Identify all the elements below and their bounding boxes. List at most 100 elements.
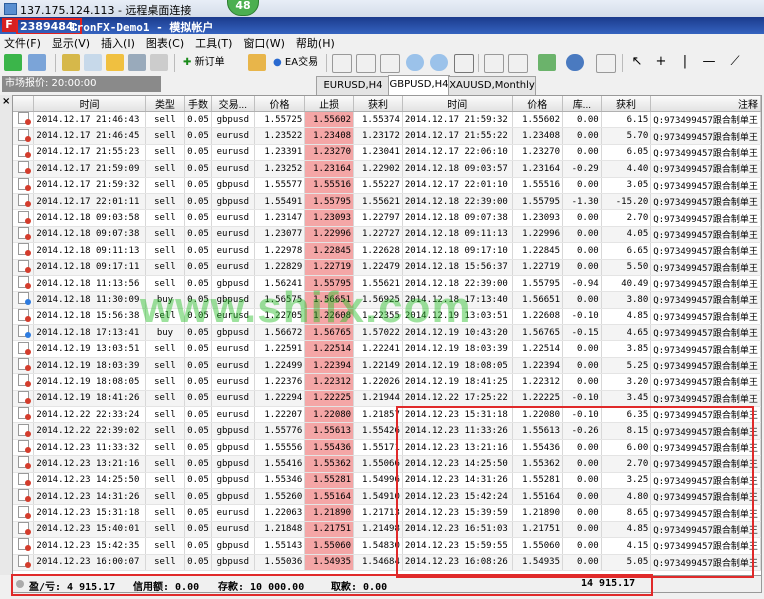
profit-header[interactable]: 获利 — [601, 96, 652, 112]
open-price: 1.22063 — [254, 504, 306, 522]
table-row[interactable]: 2014.12.18 11:13:56 sell 0.05 gbpusd 1.56241… — [13, 275, 761, 293]
history-table: 时间 类型 手数 交易... 价格 止损 获利 时间 价格 库... 获利 注释 2014.12.17… — [13, 96, 761, 571]
table-row[interactable]: 2014.12.19 18:08:05 sell 0.05 eurusd 1.22376… — [13, 373, 761, 391]
tab-eurusd-h4[interactable]: EURUSD,H4 — [316, 76, 390, 95]
expert-advisors-button[interactable]: ● EA交易 — [270, 54, 321, 72]
open-price: 1.56672 — [254, 324, 306, 342]
chart-shift-icon[interactable] — [508, 54, 528, 73]
profiles-icon[interactable] — [28, 54, 46, 71]
table-row[interactable]: 2014.12.18 09:11:13 sell 0.05 eurusd 1.22978… — [13, 242, 761, 260]
bar-chart-icon[interactable] — [332, 54, 352, 73]
table-row[interactable]: 2014.12.19 18:41:26 sell 0.05 eurusd 1.22294… — [13, 390, 761, 408]
tester-icon[interactable] — [150, 54, 168, 71]
table-row[interactable]: 2014.12.19 13:03:51 sell 0.05 eurusd 1.22591… — [13, 340, 761, 358]
toolbar: ✚ 新订单 ● EA交易 ↖ + | — ⟋ — [0, 51, 764, 76]
table-row[interactable]: 2014.12.23 15:42:35 sell 0.05 gbpusd 1.55143… — [13, 537, 761, 555]
templates-icon[interactable] — [596, 54, 616, 73]
menu-view[interactable]: 显示(V) — [48, 34, 97, 51]
table-row[interactable]: 2014.12.23 14:25:50 sell 0.05 gbpusd 1.55346… — [13, 472, 761, 489]
open-price: 1.22591 — [254, 340, 306, 358]
tab-xauusd-monthly[interactable]: XAUUSD,Monthly — [448, 76, 536, 95]
symbol: gbpusd — [211, 422, 255, 440]
table-row[interactable]: 2014.12.18 09:17:11 sell 0.05 eurusd 1.22829… — [13, 259, 761, 276]
table-row[interactable]: 2014.12.18 17:13:41 buy 0.05 gbpusd 1.56672 1… — [13, 324, 761, 342]
zoom-in-icon[interactable] — [406, 54, 424, 71]
periods-icon[interactable] — [566, 54, 584, 71]
metaeditor-icon[interactable] — [248, 54, 266, 71]
swap: 0.00 — [562, 472, 602, 489]
crosshair-icon[interactable]: + — [652, 54, 670, 71]
table-row[interactable]: 2014.12.22 22:39:02 sell 0.05 gbpusd 1.55776… — [13, 422, 761, 440]
new-order-button[interactable]: ✚ 新订单 — [180, 54, 228, 72]
menu-tools[interactable]: 工具(T) — [191, 34, 239, 51]
close-price: 1.23270 — [512, 144, 564, 162]
cursor-icon[interactable]: ↖ — [628, 54, 646, 71]
menu-help[interactable]: 帮助(H) — [292, 34, 342, 51]
table-row[interactable]: 2014.12.17 21:55:23 sell 0.05 eurusd 1.23391… — [13, 144, 761, 162]
tab-gbpusd-h4[interactable]: GBPUSD,H4 — [388, 75, 450, 95]
close-time: 2014.12.23 13:21:16 — [402, 439, 513, 457]
take-profit-header[interactable]: 获利 — [353, 96, 403, 112]
swap: 0.00 — [562, 259, 602, 276]
table-row[interactable]: 2014.12.23 11:33:32 sell 0.05 gbpusd 1.55556… — [13, 439, 761, 457]
type: sell — [145, 439, 186, 457]
open-price: 1.23077 — [254, 226, 306, 244]
navigator-icon[interactable] — [106, 54, 124, 71]
symbol-header[interactable]: 交易... — [211, 96, 255, 112]
icon-col-header[interactable] — [13, 96, 35, 112]
table-row[interactable]: 2014.12.18 09:07:38 sell 0.05 eurusd 1.23077… — [13, 226, 761, 244]
table-row[interactable]: 2014.12.18 11:30:09 buy 0.05 gbpusd 1.56575 1… — [13, 291, 761, 309]
swap: 0.00 — [562, 144, 602, 162]
symbol: eurusd — [211, 390, 255, 408]
menu-file[interactable]: 文件(F) — [0, 34, 48, 51]
close-price: 1.55795 — [512, 275, 564, 293]
data-window-icon[interactable] — [84, 54, 102, 71]
sell-order-icon — [17, 456, 31, 470]
open-price: 1.55725 — [254, 111, 306, 129]
table-row[interactable]: 2014.12.23 15:31:18 sell 0.05 eurusd 1.22063… — [13, 504, 761, 522]
table-row[interactable]: 2014.12.17 21:46:43 sell 0.05 gbpusd 1.55725… — [13, 111, 761, 129]
close-icon[interactable]: × — [2, 96, 10, 107]
tile-windows-icon[interactable] — [454, 54, 474, 73]
table-row[interactable]: 2014.12.23 16:00:07 sell 0.05 gbpusd 1.55036… — [13, 554, 761, 571]
table-row[interactable]: 2014.12.18 15:56:38 sell 0.05 eurusd 1.22705… — [13, 308, 761, 326]
profit-loss: 盈/亏: 4 915.17 — [29, 582, 116, 593]
open-time: 2014.12.17 21:59:32 — [33, 177, 146, 194]
open-time-header[interactable]: 时间 — [33, 96, 146, 112]
table-row[interactable]: 2014.12.18 09:03:58 sell 0.05 eurusd 1.23147… — [13, 209, 761, 227]
table-row[interactable]: 2014.12.17 21:59:09 sell 0.05 eurusd 1.23252… — [13, 160, 761, 178]
horizontal-line-icon[interactable]: — — [700, 54, 718, 71]
table-row[interactable]: 2014.12.17 21:59:32 sell 0.05 gbpusd 1.55577… — [13, 177, 761, 194]
vertical-line-icon[interactable]: | — [676, 54, 694, 71]
indicators-icon[interactable] — [538, 54, 556, 71]
market-watch-icon[interactable] — [62, 54, 80, 71]
table-row[interactable]: 2014.12.19 18:03:39 sell 0.05 eurusd 1.22499… — [13, 357, 761, 375]
candlestick-icon[interactable] — [356, 54, 376, 73]
order-icon-cell — [13, 111, 35, 129]
type-header[interactable]: 类型 — [145, 96, 186, 112]
lots: 0.05 — [184, 111, 212, 129]
close-price-header[interactable]: 价格 — [512, 96, 564, 112]
lots-header[interactable]: 手数 — [184, 96, 212, 112]
close-time-header[interactable]: 时间 — [402, 96, 513, 112]
menu-insert[interactable]: 插入(I) — [97, 34, 142, 51]
table-row[interactable]: 2014.12.23 15:40:01 sell 0.05 eurusd 1.21848… — [13, 521, 761, 539]
table-row[interactable]: 2014.12.17 21:46:45 sell 0.05 eurusd 1.23522… — [13, 127, 761, 145]
menu-window[interactable]: 窗口(W) — [239, 34, 291, 51]
trendline-icon[interactable]: ⟋ — [726, 54, 744, 71]
menu-charts[interactable]: 图表(C) — [142, 34, 191, 51]
comment-header[interactable]: 注释 — [650, 96, 761, 112]
new-chart-icon[interactable] — [4, 54, 22, 71]
swap-header[interactable]: 库... — [562, 96, 602, 112]
stop-loss-header[interactable]: 止损 — [304, 96, 355, 112]
table-row[interactable]: 2014.12.23 14:31:26 sell 0.05 gbpusd 1.55260… — [13, 488, 761, 506]
table-row[interactable]: 2014.12.22 22:33:24 sell 0.05 eurusd 1.22207… — [13, 406, 761, 424]
table-row[interactable]: 2014.12.23 13:21:16 sell 0.05 gbpusd 1.55416… — [13, 455, 761, 473]
terminal-icon[interactable] — [128, 54, 146, 71]
open-price-header[interactable]: 价格 — [254, 96, 306, 112]
line-chart-icon[interactable] — [380, 54, 400, 73]
profit: 6.05 — [601, 144, 652, 162]
table-row[interactable]: 2014.12.17 22:01:11 sell 0.05 gbpusd 1.55491… — [13, 193, 761, 211]
autoscroll-icon[interactable] — [484, 54, 504, 73]
zoom-out-icon[interactable] — [430, 54, 448, 71]
